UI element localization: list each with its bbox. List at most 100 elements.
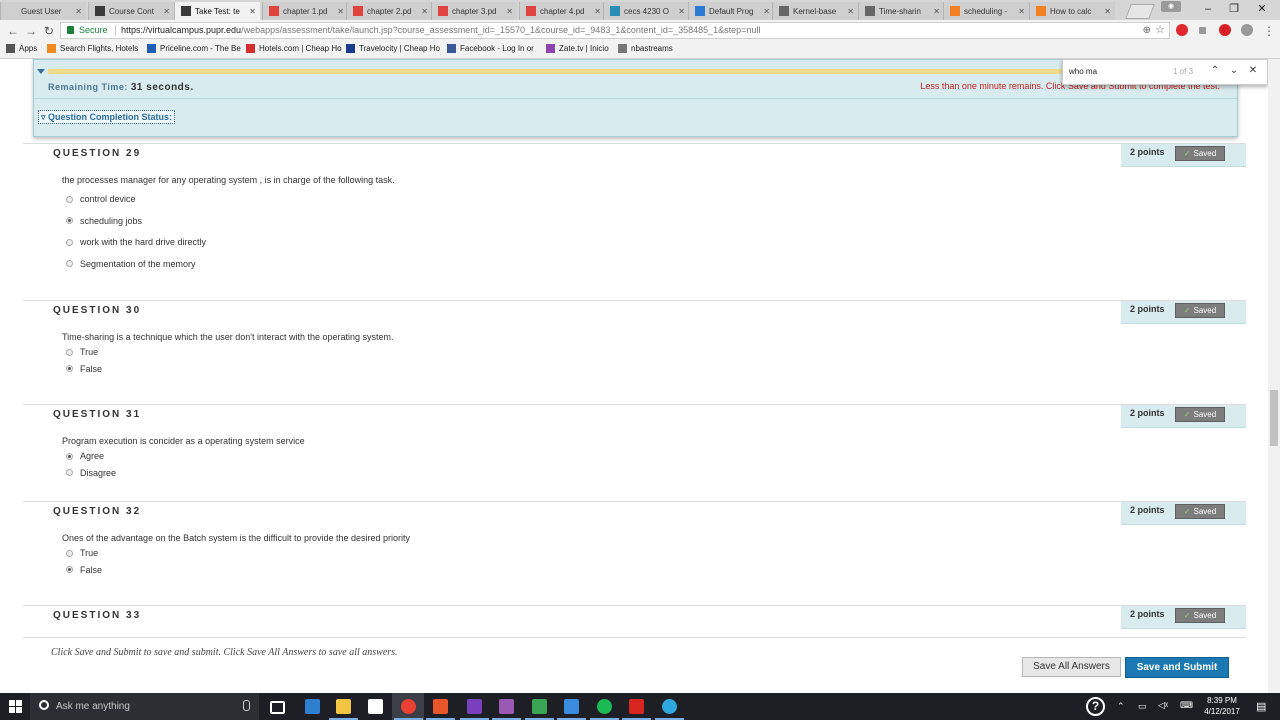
close-tab-icon[interactable]: ✕ <box>678 7 685 16</box>
close-tab-icon[interactable]: ✕ <box>933 7 940 16</box>
photos-icon[interactable] <box>564 699 579 714</box>
back-icon[interactable]: ← <box>6 24 20 38</box>
start-button[interactable] <box>0 693 30 720</box>
scrollbar-thumb[interactable] <box>1270 390 1278 446</box>
spotify-icon[interactable] <box>597 699 612 714</box>
close-tab-icon[interactable]: ✕ <box>847 7 854 16</box>
tab[interactable]: chapter 3.pd ✕ <box>431 2 517 20</box>
find-prev-icon[interactable]: ⌃ <box>1209 65 1221 77</box>
answer-option[interactable]: False <box>66 565 102 575</box>
answer-option[interactable]: work with the hard drive directly <box>66 237 206 247</box>
tab[interactable]: chapter 4.pd ✕ <box>519 2 605 20</box>
close-tab-icon[interactable]: ✕ <box>763 7 770 16</box>
answer-option[interactable]: scheduling jobs <box>66 216 142 226</box>
bookmark-item[interactable]: Zate.tv | Inicio <box>546 44 609 53</box>
chrome-icon[interactable] <box>401 699 416 714</box>
tab[interactable]: chapter 2.pd ✕ <box>346 2 432 20</box>
purple-app-icon[interactable] <box>499 699 514 714</box>
tab[interactable]: Time-sharin ✕ <box>858 2 944 20</box>
help-icon[interactable]: ? <box>1086 697 1105 716</box>
task-view-icon[interactable] <box>270 701 285 714</box>
extension-gray-icon[interactable] <box>1241 24 1253 36</box>
file-explorer-icon[interactable] <box>336 699 351 714</box>
radio-unselected[interactable] <box>66 469 73 476</box>
tray-chevron-icon[interactable]: ⌃ <box>1117 701 1125 712</box>
close-tab-icon[interactable]: ✕ <box>506 7 513 16</box>
record-extension-icon[interactable] <box>1219 24 1231 36</box>
close-window-icon[interactable]: ✕ <box>1249 2 1275 16</box>
radio-unselected[interactable] <box>66 348 73 356</box>
find-next-icon[interactable]: ⌄ <box>1228 65 1240 77</box>
answer-option[interactable]: Segmentation of the memory <box>66 259 196 269</box>
answer-option[interactable]: True <box>66 548 98 558</box>
bookmark-item[interactable]: Travelocity | Cheap Ho <box>346 44 440 53</box>
network-icon[interactable]: ▭ <box>1138 701 1147 712</box>
radio-selected[interactable] <box>66 566 73 573</box>
radio-unselected[interactable] <box>66 238 73 246</box>
tab[interactable]: chapter 1.pd ✕ <box>262 2 348 20</box>
tab[interactable]: cecs 4230 O ✕ <box>603 2 689 20</box>
save-all-answers-button[interactable]: Save All Answers <box>1022 657 1121 677</box>
action-center-icon[interactable]: ▤ <box>1256 700 1266 713</box>
extension-icon[interactable] <box>1199 27 1206 34</box>
reload-icon[interactable]: ↻ <box>42 24 56 38</box>
close-tab-icon[interactable]: ✕ <box>1104 7 1111 16</box>
answer-option[interactable]: Disagree <box>66 468 116 478</box>
telegram-icon[interactable] <box>662 699 677 714</box>
profile-icon[interactable]: ◉ <box>1161 1 1181 12</box>
bookmark-item[interactable]: Hotels.com | Cheap Ho <box>246 44 342 53</box>
bookmark-item[interactable]: Facebook - Log In or <box>447 44 534 53</box>
save-and-submit-button[interactable]: Save and Submit <box>1125 657 1229 678</box>
maximize-icon[interactable]: ❐ <box>1221 2 1247 16</box>
answer-option[interactable]: control device <box>66 194 136 204</box>
radio-selected[interactable] <box>66 452 73 460</box>
volume-icon[interactable]: ◁ᵡ <box>1158 700 1168 711</box>
close-tab-icon[interactable]: ✕ <box>75 7 82 16</box>
radio-selected[interactable] <box>66 365 73 372</box>
green-app-icon[interactable] <box>532 699 547 714</box>
answer-option[interactable]: True <box>66 347 98 357</box>
edge-icon[interactable] <box>305 699 320 714</box>
system-clock[interactable]: 8:39 PM 4/12/2017 <box>1194 695 1250 717</box>
close-tab-icon[interactable]: ✕ <box>163 7 170 16</box>
forward-icon[interactable]: → <box>24 24 38 38</box>
radio-unselected[interactable] <box>66 195 73 203</box>
close-tab-icon[interactable]: ✕ <box>337 7 344 16</box>
tab[interactable]: Kernel-base ✕ <box>772 2 858 20</box>
zoom-icon[interactable]: ⊕ <box>1143 23 1151 38</box>
tab[interactable]: Default Prog ✕ <box>688 2 774 20</box>
page-scrollbar[interactable] <box>1268 59 1280 693</box>
find-input[interactable]: who ma <box>1069 67 1097 76</box>
store-icon[interactable] <box>368 699 383 714</box>
bookmark-item[interactable]: nbastreams <box>618 44 673 53</box>
close-tab-icon[interactable]: ✕ <box>249 7 256 16</box>
menu-icon[interactable]: ⋮ <box>1262 24 1276 38</box>
microphone-icon[interactable] <box>243 700 250 711</box>
minimize-icon[interactable]: – <box>1195 2 1221 16</box>
acrobat-icon[interactable] <box>629 699 644 714</box>
answer-option[interactable]: False <box>66 364 102 374</box>
tab[interactable]: How to calc ✕ <box>1029 2 1115 20</box>
office-icon[interactable] <box>433 699 448 714</box>
collapse-triangle-icon[interactable] <box>37 69 45 74</box>
opera-icon[interactable] <box>1176 24 1188 36</box>
tab[interactable]: Course Cont ✕ <box>88 2 174 20</box>
bookmark-item[interactable]: Search Flights, Hotels <box>47 44 138 53</box>
answer-option[interactable]: Agree <box>66 451 104 461</box>
new-tab-button[interactable] <box>1125 4 1155 19</box>
tab[interactable]: Guest User ✕ <box>0 2 86 20</box>
cortana-search-box[interactable]: Ask me anything <box>30 693 259 720</box>
radio-unselected[interactable] <box>66 260 73 267</box>
radio-selected[interactable] <box>66 217 73 224</box>
address-bar[interactable]: Secure https://virtualcampus.pupr.edu/we… <box>60 22 1170 39</box>
find-close-icon[interactable]: ✕ <box>1247 65 1259 77</box>
close-tab-icon[interactable]: ✕ <box>421 7 428 16</box>
radio-unselected[interactable] <box>66 549 73 557</box>
paint-icon[interactable] <box>467 699 482 714</box>
tab[interactable]: scheduling - ✕ <box>943 2 1029 20</box>
apps-bookmark[interactable]: Apps <box>6 44 37 53</box>
tab[interactable]: Take Test: te ✕ <box>174 2 260 20</box>
close-tab-icon[interactable]: ✕ <box>1018 7 1025 16</box>
bookmark-star-icon[interactable]: ☆ <box>1155 23 1165 38</box>
keyboard-icon[interactable]: ⌨ <box>1180 700 1193 711</box>
